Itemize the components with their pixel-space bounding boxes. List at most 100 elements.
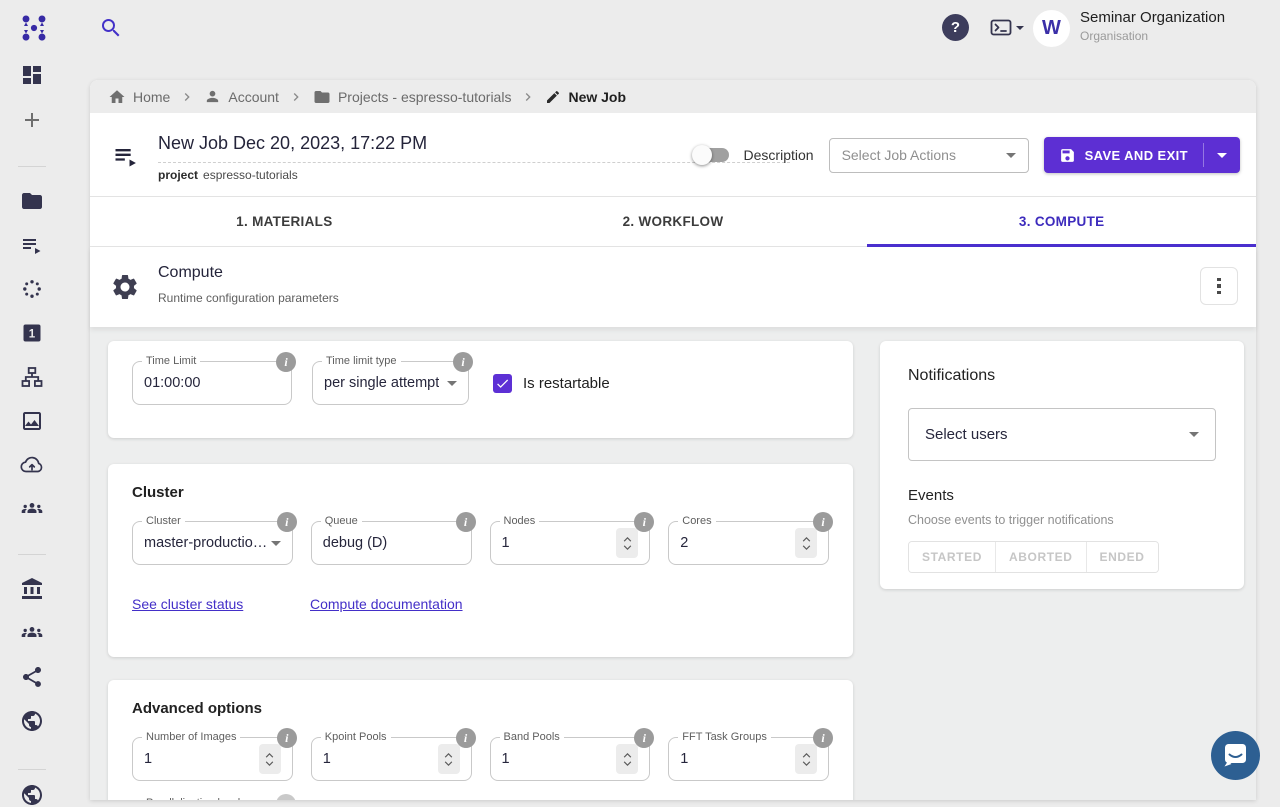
- compute-content: Time Limit 01:00:00 i Time limit type pe…: [90, 327, 1256, 800]
- kebab-menu-button[interactable]: [1200, 267, 1238, 305]
- info-icon[interactable]: i: [277, 728, 297, 748]
- job-project: projectespresso-tutorials: [158, 168, 298, 182]
- tab-workflow[interactable]: 2. WORKFLOW: [479, 197, 868, 246]
- description-toggle[interactable]: [695, 148, 729, 162]
- job-header: projectespresso-tutorials Description Se…: [90, 113, 1256, 197]
- save-and-exit-button[interactable]: SAVE AND EXIT: [1044, 137, 1203, 173]
- pencil-icon: [545, 89, 561, 105]
- org-account-block[interactable]: Seminar Organization Organisation: [1080, 9, 1225, 43]
- events-button-group: STARTED ABORTED ENDED: [908, 541, 1159, 573]
- dashboard-icon[interactable]: [0, 63, 64, 87]
- projects-folder-icon[interactable]: [0, 189, 64, 213]
- bottom-globe-icon[interactable]: [0, 783, 64, 807]
- queue-field[interactable]: Queue debug (D) i: [311, 521, 472, 565]
- breadcrumb-new-job: New Job: [545, 89, 626, 105]
- fft-task-groups-stepper[interactable]: FFT Task Groups 1 i: [668, 737, 829, 781]
- chevron-down-icon: [271, 541, 281, 546]
- is-restartable-label: Is restartable: [523, 375, 610, 392]
- info-icon[interactable]: i: [813, 728, 833, 748]
- info-icon[interactable]: i: [634, 728, 654, 748]
- svg-text:1: 1: [29, 329, 36, 341]
- tab-compute[interactable]: 3. COMPUTE: [867, 197, 1256, 246]
- team-icon[interactable]: [0, 497, 64, 521]
- notifications-card: Notifications Select users Events Choose…: [880, 341, 1244, 589]
- description-label: Description: [744, 147, 814, 163]
- stepper-control[interactable]: [616, 744, 638, 774]
- cluster-status-link[interactable]: See cluster status: [132, 596, 310, 612]
- number-of-images-stepper[interactable]: Number of Images 1 i: [132, 737, 293, 781]
- event-aborted-button[interactable]: ABORTED: [996, 542, 1087, 572]
- info-icon[interactable]: i: [276, 794, 296, 800]
- cores-stepper[interactable]: Cores 2 i: [668, 521, 829, 565]
- info-icon[interactable]: i: [813, 512, 833, 532]
- info-icon[interactable]: i: [634, 512, 654, 532]
- folder-icon: [313, 88, 331, 106]
- save-dropdown-button[interactable]: [1204, 137, 1240, 173]
- events-heading: Events: [908, 487, 1216, 504]
- console-icon[interactable]: [988, 17, 1024, 39]
- wizard-tabs: 1. MATERIALS 2. WORKFLOW 3. COMPUTE: [90, 197, 1256, 247]
- share-icon[interactable]: [0, 665, 64, 689]
- check-icon: [495, 376, 510, 391]
- save-and-exit-split-button: SAVE AND EXIT: [1044, 137, 1240, 173]
- top-bar: ? W Seminar Organization Organisation: [0, 0, 1280, 56]
- stepper-control[interactable]: [259, 744, 281, 774]
- compute-title: Compute: [158, 264, 223, 282]
- breadcrumb-projects[interactable]: Projects - espresso-tutorials: [313, 88, 512, 106]
- job-actions-select[interactable]: Select Job Actions: [829, 138, 1029, 173]
- breadcrumb-home[interactable]: Home: [108, 88, 170, 106]
- notifications-heading: Notifications: [908, 367, 1216, 385]
- avatar[interactable]: W: [1033, 10, 1070, 47]
- app-logo-icon[interactable]: [18, 13, 50, 43]
- chevron-right-icon: [520, 89, 536, 105]
- gear-icon: [110, 272, 140, 307]
- bank-icon[interactable]: [0, 577, 64, 601]
- org-name: Seminar Organization: [1080, 9, 1225, 26]
- one-square-icon[interactable]: 1: [0, 321, 64, 345]
- compute-section-header: Compute Runtime configuration parameters: [90, 247, 1256, 327]
- info-icon[interactable]: i: [456, 728, 476, 748]
- cloud-upload-icon[interactable]: [0, 453, 64, 477]
- cluster-select[interactable]: Cluster master-productio… i: [132, 521, 293, 565]
- chevron-down-icon: [1217, 153, 1227, 158]
- members-icon[interactable]: [0, 621, 64, 645]
- stepper-control[interactable]: [438, 744, 460, 774]
- select-users-dropdown[interactable]: Select users: [908, 408, 1216, 461]
- materials-atoms-icon[interactable]: [0, 277, 64, 301]
- kpoint-pools-stepper[interactable]: Kpoint Pools 1 i: [311, 737, 472, 781]
- tab-materials[interactable]: 1. MATERIALS: [90, 197, 479, 246]
- band-pools-stepper[interactable]: Band Pools 1 i: [490, 737, 651, 781]
- chevron-right-icon: [288, 89, 304, 105]
- event-started-button[interactable]: STARTED: [909, 542, 996, 572]
- help-icon[interactable]: ?: [942, 14, 969, 41]
- add-icon[interactable]: [0, 108, 64, 132]
- org-subtitle: Organisation: [1080, 29, 1225, 43]
- jobs-playlist-icon[interactable]: [0, 233, 64, 257]
- breadcrumb-account[interactable]: Account: [204, 88, 279, 105]
- advanced-heading: Advanced options: [132, 700, 829, 717]
- workflow-tree-icon[interactable]: [0, 365, 64, 389]
- is-restartable-checkbox[interactable]: [493, 374, 512, 393]
- info-icon[interactable]: i: [277, 512, 297, 532]
- image-icon[interactable]: [0, 409, 64, 433]
- event-ended-button[interactable]: ENDED: [1087, 542, 1158, 572]
- time-limit-type-select[interactable]: Time limit type per single attempt i: [312, 361, 469, 405]
- job-playlist-icon: [112, 142, 140, 175]
- sidebar: 1: [0, 56, 64, 800]
- chevron-down-icon: [1189, 432, 1199, 437]
- chat-bubble-button[interactable]: [1211, 731, 1260, 780]
- search-icon[interactable]: [99, 16, 123, 40]
- stepper-control[interactable]: [795, 744, 817, 774]
- nodes-stepper[interactable]: Nodes 1 i: [490, 521, 651, 565]
- globe-icon[interactable]: [0, 709, 64, 733]
- time-limit-card: Time Limit 01:00:00 i Time limit type pe…: [108, 341, 853, 438]
- console-dropdown-caret: [1016, 26, 1024, 30]
- time-limit-field[interactable]: Time Limit 01:00:00 i: [132, 361, 292, 405]
- stepper-control[interactable]: [616, 528, 638, 558]
- info-icon[interactable]: i: [456, 512, 476, 532]
- compute-documentation-link[interactable]: Compute documentation: [310, 596, 463, 612]
- stepper-control[interactable]: [795, 528, 817, 558]
- info-icon[interactable]: i: [453, 352, 473, 372]
- info-icon[interactable]: i: [276, 352, 296, 372]
- compute-subtitle: Runtime configuration parameters: [158, 291, 339, 305]
